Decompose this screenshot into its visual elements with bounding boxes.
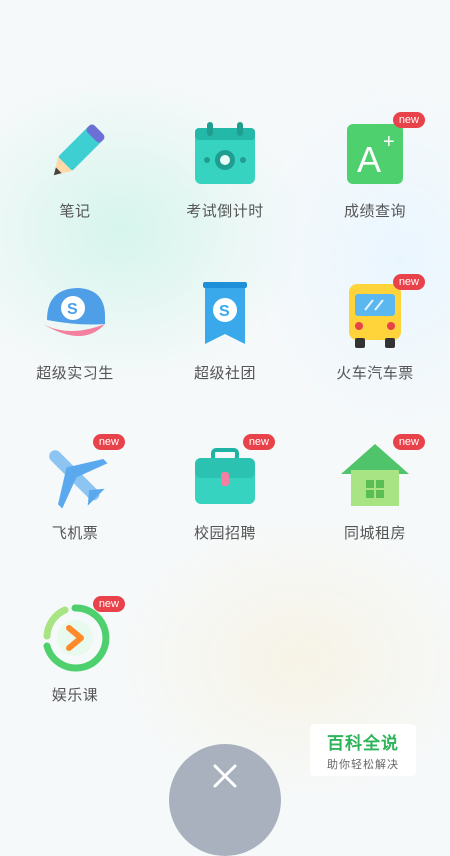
calendar-icon [189,118,261,190]
new-badge: new [92,596,125,612]
svg-text:S: S [219,303,230,320]
svg-text:A: A [357,139,381,180]
grid-item-super-club[interactable]: S 超级社团 [150,280,300,430]
new-badge: new [242,434,275,450]
grid-item-air-ticket[interactable]: new 飞机票 [0,434,150,590]
new-badge: new [392,274,425,290]
svg-text:S: S [67,301,78,318]
grid-item-label: 超级社团 [193,364,256,382]
app-grid: 笔记 考试倒计时 A + new 成绩查询 S 超级实习生 S 超级社团 new… [0,0,450,800]
grid-item-notes[interactable]: 笔记 [0,118,150,268]
grid-item-train-bus-ticket[interactable]: new 火车汽车票 [300,274,450,430]
new-badge: new [392,112,425,128]
grade-a-plus-icon: A + new [339,112,425,190]
grid-item-city-rental[interactable]: new 同城租房 [300,434,450,590]
bus-icon: new [339,274,425,352]
play-icon: new [39,596,125,674]
airplane-icon: new [39,434,125,512]
svg-text:+: + [383,131,395,153]
grid-item-label: 校园招聘 [193,524,256,542]
club-banner-icon: S [189,280,261,352]
grid-item-entertainment-class[interactable]: new 娱乐课 [0,596,150,752]
grid-item-label: 娱乐课 [51,686,99,704]
grid-item-label: 同城租房 [343,524,406,542]
house-icon: new [339,434,425,512]
cap-icon: S [39,280,111,352]
close-button[interactable] [169,744,281,856]
close-icon [213,764,237,788]
grid-item-super-intern[interactable]: S 超级实习生 [0,280,150,430]
pencil-icon [39,118,111,190]
watermark: 百科全说 助你轻松解决 [310,724,416,776]
grid-item-grade-query[interactable]: A + new 成绩查询 [300,112,450,268]
new-badge: new [92,434,125,450]
grid-item-label: 考试倒计时 [186,202,264,220]
watermark-subtitle: 助你轻松解决 [327,757,399,771]
grid-item-label: 成绩查询 [343,202,406,220]
briefcase-icon: new [189,434,275,512]
grid-item-exam-countdown[interactable]: 考试倒计时 [150,118,300,268]
grid-item-campus-recruiting[interactable]: new 校园招聘 [150,434,300,590]
watermark-title: 百科全说 [327,733,399,754]
new-badge: new [392,434,425,450]
grid-item-label: 飞机票 [51,524,99,542]
grid-item-label: 火车汽车票 [336,364,414,382]
grid-item-label: 笔记 [59,202,91,220]
grid-item-label: 超级实习生 [36,364,114,382]
